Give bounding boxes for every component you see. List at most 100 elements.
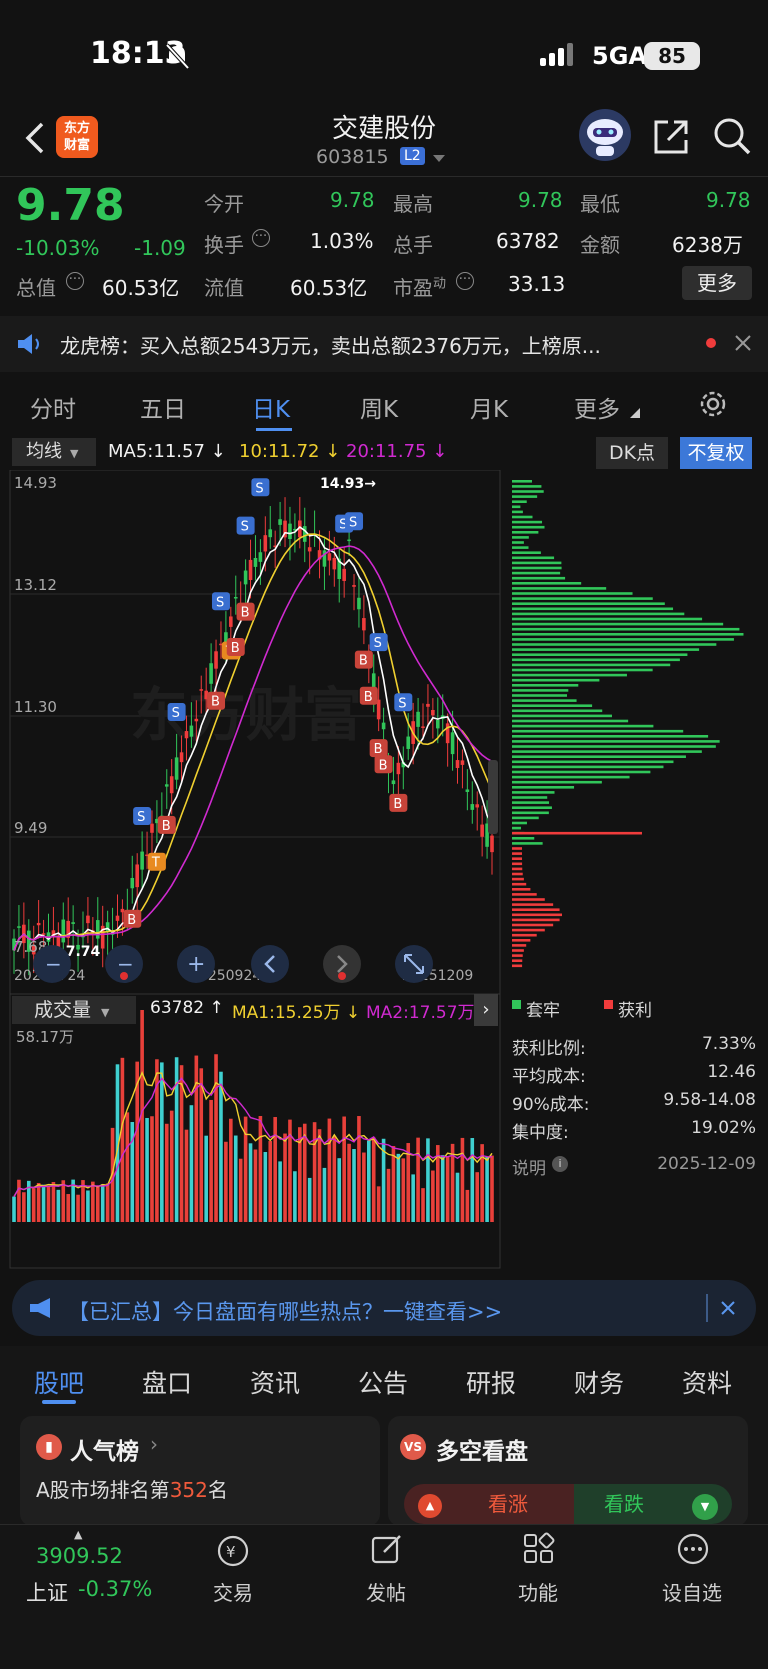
candle-body xyxy=(229,616,233,627)
candle-body xyxy=(288,523,292,540)
tab-monthly-k[interactable]: 月K xyxy=(470,390,508,424)
info-icon[interactable]: ··· xyxy=(252,229,270,247)
volume-bar xyxy=(145,1117,149,1222)
tab-daily-k[interactable]: 日K xyxy=(252,390,290,424)
note-label[interactable]: 说明 xyxy=(512,1154,546,1179)
more-dots-icon[interactable] xyxy=(676,1532,710,1566)
chip-bar xyxy=(512,566,562,570)
nav-features[interactable]: 功能 xyxy=(488,1577,588,1606)
search-icon[interactable] xyxy=(712,116,752,156)
trade-marker-label: S xyxy=(137,810,145,825)
chip-bar xyxy=(512,867,523,871)
tab-more[interactable]: 更多 xyxy=(574,390,620,424)
trade-marker-label: B xyxy=(127,913,136,928)
share-icon[interactable] xyxy=(652,118,690,156)
stock-code[interactable]: 603815 xyxy=(316,146,389,168)
float-cap-label: 流值 xyxy=(204,276,244,300)
volume-bar xyxy=(411,1174,415,1222)
volume-bar xyxy=(327,1118,332,1222)
tab-announcements[interactable]: 公告 xyxy=(358,1364,408,1400)
features-icon[interactable] xyxy=(522,1532,556,1566)
candle-body xyxy=(248,559,253,580)
info-icon[interactable]: ··· xyxy=(66,272,84,290)
tab-pankou[interactable]: 盘口 xyxy=(142,1364,192,1400)
tab-five-day[interactable]: 五日 xyxy=(140,390,186,424)
trade-marker-label: T xyxy=(151,856,160,871)
close-icon[interactable] xyxy=(734,334,752,352)
stat-value: 12.46 xyxy=(707,1062,756,1082)
volume-bar xyxy=(357,1116,361,1222)
chip-bar xyxy=(512,729,684,733)
index-name[interactable]: 上证 xyxy=(26,1577,68,1607)
volume-bar xyxy=(209,1099,213,1222)
nav-trade[interactable]: 交易 xyxy=(183,1577,283,1606)
nav-post[interactable]: 发帖 xyxy=(336,1577,436,1606)
candle-body xyxy=(347,539,351,542)
robot-avatar-icon[interactable] xyxy=(578,108,632,162)
trade-icon[interactable]: ¥ xyxy=(216,1534,250,1568)
chip-bar xyxy=(512,933,537,937)
chip-bar xyxy=(512,837,535,840)
index-change[interactable]: -0.37% xyxy=(78,1577,152,1601)
volume-bar xyxy=(312,1122,317,1222)
bear-label: 看跌 xyxy=(604,1492,644,1516)
candle-body xyxy=(460,760,465,765)
volume-bar xyxy=(426,1138,430,1222)
tab-finance[interactable]: 财务 xyxy=(574,1364,624,1400)
kline-chart[interactable]: 东方财富 BTBSSBTBBSSSSSSBBBBSB 14.93 13.12 1… xyxy=(0,470,768,1270)
candle-body xyxy=(431,709,435,716)
chip-bar xyxy=(512,617,703,621)
chip-bar xyxy=(512,888,531,891)
volume-selector[interactable]: 成交量 ▼ xyxy=(12,996,136,1024)
svg-text:−: − xyxy=(45,952,62,976)
volume-bar xyxy=(233,1135,238,1222)
chip-bar xyxy=(512,714,612,718)
more-button[interactable]: 更多 xyxy=(682,266,752,300)
info-icon[interactable]: i xyxy=(552,1156,568,1172)
candle-body xyxy=(243,570,248,585)
chip-bar xyxy=(512,520,543,524)
nav-add-watchlist[interactable]: 设自选 xyxy=(642,1577,742,1606)
volume-bar xyxy=(470,1138,475,1222)
candle-body xyxy=(184,731,189,739)
post-icon[interactable] xyxy=(370,1532,404,1566)
candle-body xyxy=(140,851,144,870)
caret-up-icon: ▲ xyxy=(74,1528,83,1541)
settings-icon[interactable] xyxy=(697,388,729,420)
volume-bar xyxy=(362,1152,366,1222)
tab-profile[interactable]: 资料 xyxy=(682,1364,732,1400)
candle-body xyxy=(105,922,110,933)
ma-selector[interactable]: 均线 ▼ xyxy=(12,438,96,466)
active-tab-indicator xyxy=(256,428,292,431)
candle-body xyxy=(179,752,184,763)
candle-body xyxy=(450,732,455,755)
vs-icon: VS xyxy=(400,1434,426,1460)
index-value[interactable]: 3909.52 xyxy=(36,1544,123,1568)
candle-body xyxy=(470,804,475,810)
close-icon[interactable] xyxy=(720,1300,736,1316)
info-icon[interactable]: ··· xyxy=(456,272,474,290)
rank-text: A股市场排名第352名 xyxy=(36,1478,228,1502)
tab-weekly-k[interactable]: 周K xyxy=(360,390,398,424)
ticker-text[interactable]: 龙虎榜：买入总额2543万元，卖出总额2376万元，上榜原... xyxy=(60,330,601,359)
chip-bar xyxy=(512,857,523,860)
chip-bar xyxy=(512,882,527,886)
expand-arrow-button[interactable]: › xyxy=(474,994,498,1026)
chip-bar xyxy=(512,770,651,774)
dk-point-button[interactable]: DK点 xyxy=(596,437,668,469)
tab-news[interactable]: 资讯 xyxy=(250,1364,300,1400)
tab-guba[interactable]: 股吧 xyxy=(34,1364,84,1400)
tab-research[interactable]: 研报 xyxy=(466,1364,516,1400)
chevron-right-icon[interactable]: › xyxy=(150,1432,158,1456)
candle-body xyxy=(381,722,386,730)
candle-body xyxy=(135,864,139,888)
banner-text[interactable]: 【已汇总】今日盘面有哪些热点？一键查看>> xyxy=(68,1296,502,1326)
chip-bar xyxy=(512,505,521,509)
candle-body xyxy=(490,835,494,853)
chevron-down-icon[interactable] xyxy=(432,154,446,164)
tab-intraday[interactable]: 分时 xyxy=(30,390,76,424)
change-amount: -1.09 xyxy=(134,236,186,260)
candle-body xyxy=(199,689,204,691)
no-adjust-button[interactable]: 不复权 xyxy=(680,437,752,469)
trade-marker-label: B xyxy=(374,742,383,757)
